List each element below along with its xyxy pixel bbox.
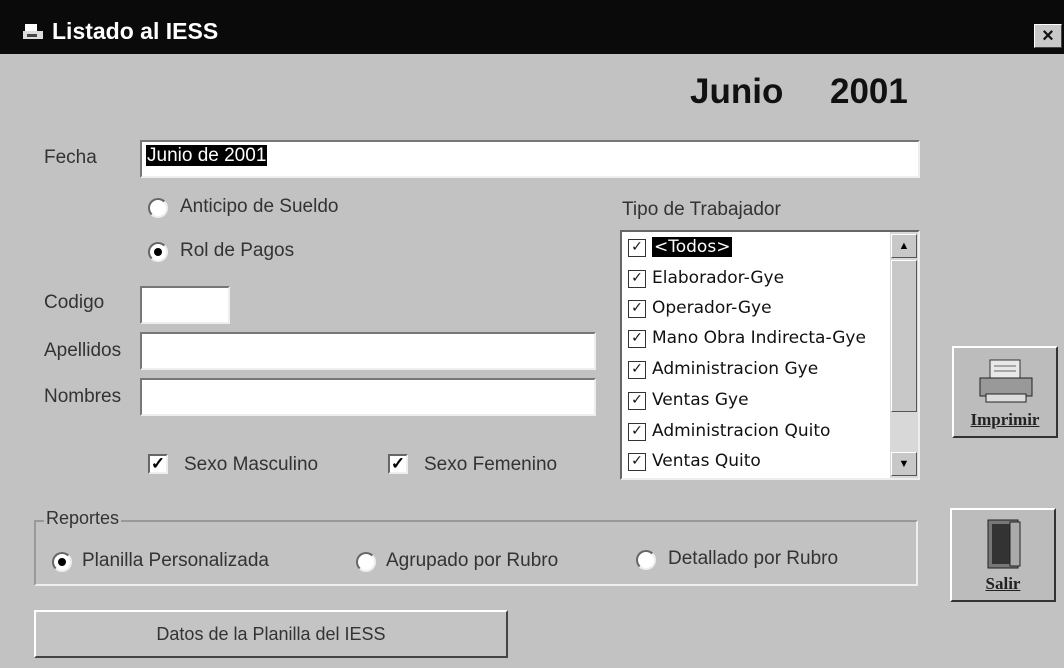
check-icon[interactable]: ✓: [628, 423, 646, 441]
window-title: Listado al IESS: [52, 18, 219, 44]
codigo-label: Codigo: [44, 292, 105, 313]
close-button[interactable]: ×: [1034, 24, 1062, 48]
sexo-femenino-checkbox[interactable]: ✓: [388, 454, 408, 474]
check-icon[interactable]: ✓: [628, 453, 646, 471]
agrupado-rubro-label: Agrupado por Rubro: [386, 550, 559, 571]
list-item[interactable]: ✓ Ventas Quito: [626, 448, 888, 476]
rol-pagos-radio[interactable]: [148, 242, 168, 262]
imprimir-label: Imprimir: [970, 410, 1040, 429]
anticipo-radio[interactable]: [148, 198, 168, 218]
list-item[interactable]: ✓ Ventas Gye: [626, 387, 888, 415]
list-item[interactable]: ✓ Operador-Gye: [626, 295, 888, 323]
scroll-thumb[interactable]: [891, 260, 917, 412]
detallado-rubro-radio[interactable]: [636, 550, 656, 570]
nombres-label: Nombres: [44, 386, 122, 407]
detallado-rubro-label: Detallado por Rubro: [668, 548, 839, 569]
anticipo-label: Anticipo de Sueldo: [180, 196, 339, 217]
list-item[interactable]: ✓ Administracion Gye: [626, 356, 888, 384]
printer-app-icon: [23, 24, 43, 39]
rol-pagos-label: Rol de Pagos: [180, 240, 295, 261]
datos-planilla-button[interactable]: Datos de la Planilla del IESS: [34, 610, 508, 658]
sexo-masculino-checkbox[interactable]: ✓: [148, 454, 168, 474]
listbox-scrollbar[interactable]: ▲ ▼: [890, 232, 918, 478]
scroll-up-arrow-icon[interactable]: ▲: [891, 234, 917, 258]
scroll-down-arrow-icon[interactable]: ▼: [891, 452, 917, 476]
apellidos-label: Apellidos: [44, 340, 122, 361]
fecha-value: Junio de 2001: [146, 145, 268, 166]
tipo-trabajador-listbox[interactable]: ✓ <Todos> ✓ Elaborador-Gye ✓ Operador-Gye ✓…: [620, 230, 920, 480]
title-bar: Listado al IESS ×: [0, 0, 1064, 54]
nombres-input[interactable]: [140, 378, 596, 416]
list-item[interactable]: ✓ Mano Obra Indirecta-Gye: [626, 325, 888, 353]
fecha-label: Fecha: [44, 147, 97, 168]
imprimir-button[interactable]: Imprimir: [952, 346, 1058, 438]
check-icon[interactable]: ✓: [628, 300, 646, 318]
check-icon[interactable]: ✓: [628, 330, 646, 348]
salir-button[interactable]: Salir: [950, 508, 1056, 602]
tipo-trabajador-label: Tipo de Trabajador: [622, 199, 781, 220]
check-icon[interactable]: ✓: [628, 239, 646, 257]
fecha-input[interactable]: Junio de 2001: [140, 140, 920, 178]
check-icon[interactable]: ✓: [628, 270, 646, 288]
exit-door-icon: [987, 519, 1021, 569]
salir-label: Salir: [985, 574, 1021, 593]
check-icon[interactable]: ✓: [628, 361, 646, 379]
planilla-personalizada-radio[interactable]: [52, 552, 72, 572]
period-year: 2001: [830, 72, 908, 111]
list-item[interactable]: ✓ Elaborador-Gye: [626, 265, 888, 293]
reportes-title: Reportes: [44, 508, 122, 529]
list-item[interactable]: ✓ <Todos>: [626, 234, 888, 262]
iess-listing-window: Listado al IESS × Junio 2001 Fecha Junio…: [0, 0, 1064, 668]
agrupado-rubro-radio[interactable]: [356, 552, 376, 572]
printer-icon: [979, 359, 1033, 403]
sexo-femenino-label: Sexo Femenino: [424, 454, 558, 475]
codigo-input[interactable]: [140, 286, 230, 324]
apellidos-input[interactable]: [140, 332, 596, 370]
sexo-masculino-label: Sexo Masculino: [184, 454, 319, 475]
planilla-personalizada-label: Planilla Personalizada: [82, 550, 269, 571]
list-item[interactable]: ✓ Administracion Quito: [626, 418, 888, 446]
check-icon[interactable]: ✓: [628, 392, 646, 410]
period-month: Junio: [690, 72, 784, 111]
